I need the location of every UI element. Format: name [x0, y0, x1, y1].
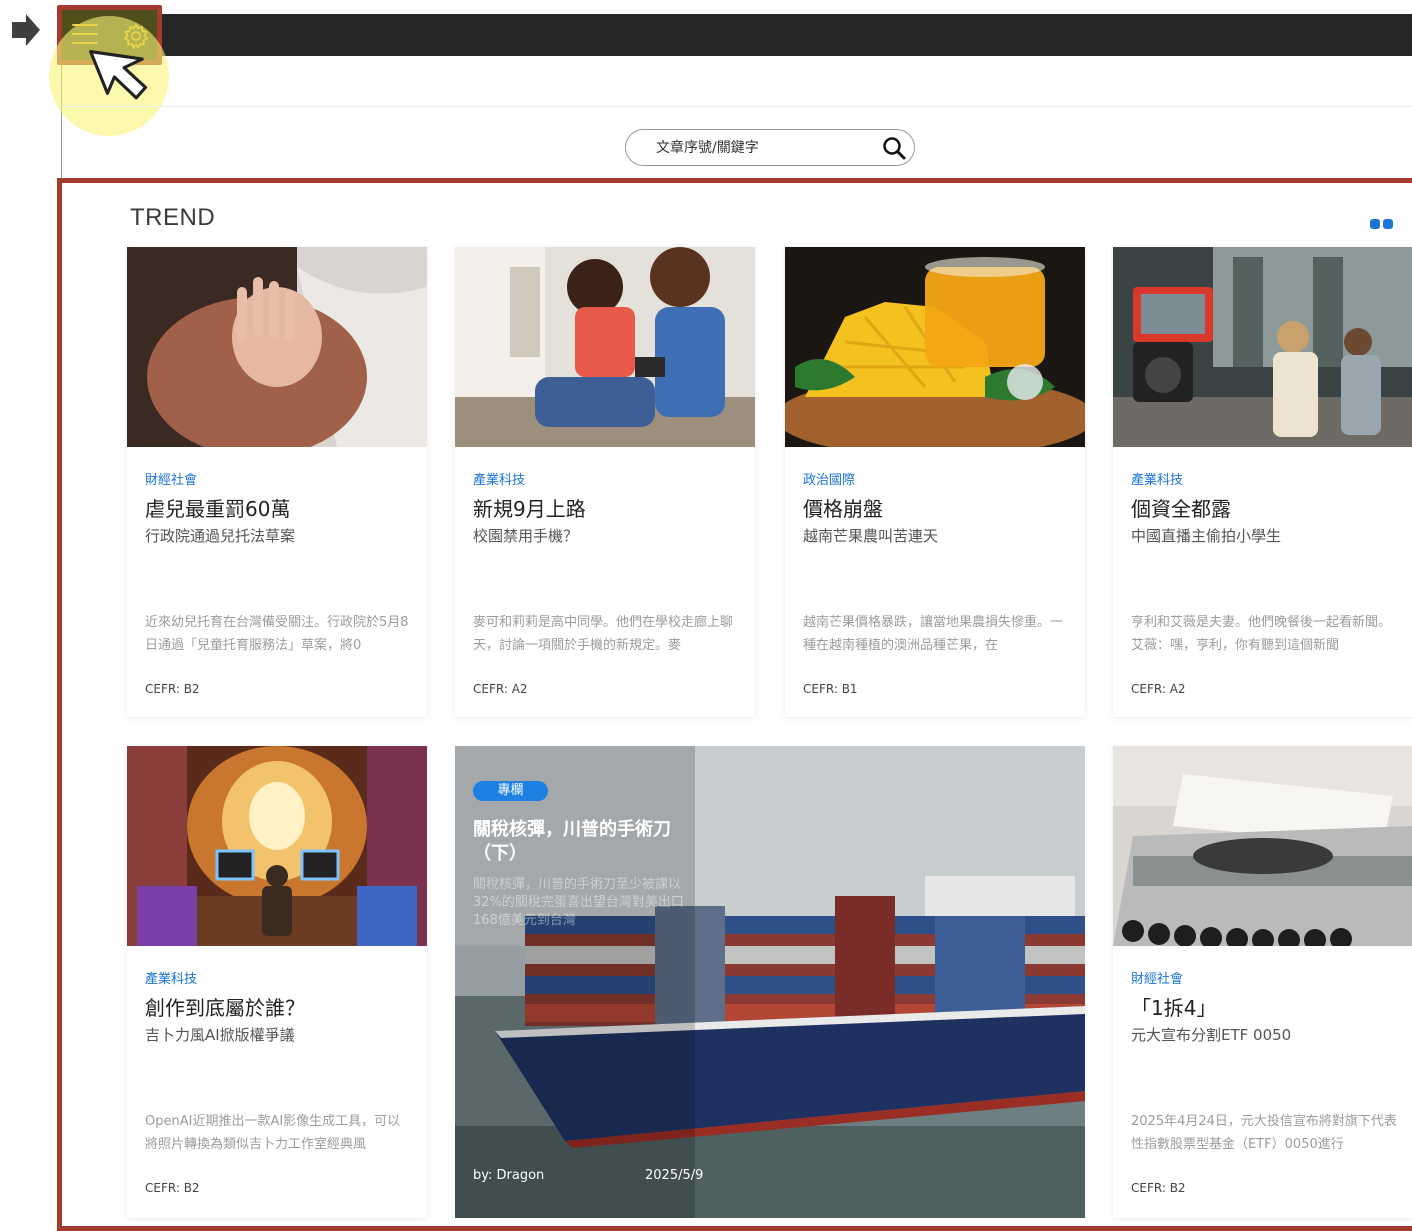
article-card-4[interactable]: 產業科技 個資全都露 中國直播主偷拍小學生 亨利和艾薇是夫妻。他們晚餐後一起看新…: [1113, 247, 1412, 717]
article-title[interactable]: 個資全都露: [1131, 493, 1231, 522]
article-title[interactable]: 價格崩盤: [803, 493, 883, 522]
article-card-5[interactable]: 產業科技 創作到底屬於誰？ 吉卜力風AI掀版權爭議 OpenAI近期推出一款AI…: [127, 746, 427, 1218]
cefr-level: CEFR: B2: [145, 1181, 200, 1195]
article-card-2[interactable]: 產業科技 新規9月上路 校園禁用手機？ 麥可和莉莉是高中同學。他們在學校走廊上聊…: [455, 247, 755, 717]
article-subtitle: 吉卜力風AI掀版權爭議: [145, 1026, 295, 1044]
article-category[interactable]: 產業科技: [145, 968, 197, 987]
header-divider: [62, 106, 1412, 107]
featured-column-card[interactable]: 專欄 關稅核彈，川普的手術刀（下） 關稅核彈，川普的手術刀至少被課以32%的關稅…: [455, 746, 1085, 1218]
article-category[interactable]: 產業科技: [473, 469, 525, 488]
column-badge: 專欄: [473, 781, 548, 801]
mouse-cursor-icon: [89, 50, 148, 100]
article-thumbnail: [785, 247, 1085, 447]
screen: TREND 財經社會 虐兒最重罰60萬 行政院通過兒托法草案 近來幼兒托育在台灣…: [0, 0, 1412, 1231]
article-thumbnail: [455, 247, 755, 447]
article-card-6[interactable]: 財經社會 「1拆4」 元大宣布分割ETF 0050 2025年4月24日，元大投…: [1113, 746, 1412, 1218]
cefr-level: CEFR: A2: [1131, 682, 1186, 696]
article-thumbnail: [127, 247, 427, 447]
article-title[interactable]: 新規9月上路: [473, 493, 586, 522]
cefr-level: CEFR: B2: [145, 682, 200, 696]
article-subtitle: 元大宣布分割ETF 0050: [1131, 1026, 1292, 1044]
article-excerpt: 2025年4月24日，元大投信宣布將對旗下代表性指數股票型基金（ETF）0050…: [1131, 1114, 1397, 1152]
article-category[interactable]: 財經社會: [145, 469, 197, 488]
article-excerpt: OpenAI近期推出一款AI影像生成工具，可以將照片轉換為類似吉卜力工作室經典風: [145, 1114, 401, 1152]
article-card-1[interactable]: 財經社會 虐兒最重罰60萬 行政院通過兒托法草案 近來幼兒托育在台灣備受關注。行…: [127, 247, 427, 717]
article-card-3[interactable]: 政治國際 價格崩盤 越南芒果農叫苦連天 越南芒果價格暴跌，讓當地果農損失慘重。一…: [785, 247, 1085, 717]
article-thumbnail: [1113, 746, 1412, 946]
article-title[interactable]: 「1拆4」: [1131, 992, 1216, 1021]
pointer-arrow-icon: [12, 14, 40, 46]
section-title: TREND: [130, 204, 216, 231]
carousel-dots[interactable]: [1370, 214, 1396, 229]
article-subtitle: 校園禁用手機？: [473, 527, 579, 545]
featured-excerpt: 關稅核彈，川普的手術刀至少被課以32%的關稅完蛋喜出望台灣對美出口168億美元到…: [473, 877, 684, 928]
article-excerpt: 麥可和莉莉是高中同學。他們在學校走廊上聊天，討論一項關於手機的新規定。麥: [473, 615, 734, 653]
featured-image: [455, 746, 1085, 1218]
article-subtitle: 中國直播主偷拍小學生: [1131, 527, 1282, 545]
cefr-level: CEFR: B2: [1131, 1181, 1186, 1195]
article-category[interactable]: 政治國際: [803, 469, 855, 488]
cefr-level: CEFR: B1: [803, 682, 858, 696]
featured-author: by: Dragon: [473, 1168, 545, 1183]
article-category[interactable]: 財經社會: [1131, 968, 1183, 987]
article-title[interactable]: 創作到底屬於誰？: [145, 992, 305, 1021]
cefr-level: CEFR: A2: [473, 682, 528, 696]
featured-title[interactable]: 關稅核彈，川普的手術刀（下）: [473, 818, 713, 866]
search-box: [625, 129, 915, 166]
article-thumbnail: [1113, 247, 1412, 447]
search-icon[interactable]: [882, 136, 906, 160]
article-excerpt: 越南芒果價格暴跌，讓當地果農損失慘重。一種在越南種植的澳洲品種芒果，在: [803, 615, 1064, 653]
article-category[interactable]: 產業科技: [1131, 469, 1183, 488]
article-title[interactable]: 虐兒最重罰60萬: [145, 493, 290, 522]
article-subtitle: 越南芒果農叫苦連天: [803, 527, 939, 545]
article-excerpt: 亨利和艾薇是夫妻。他們晚餐後一起看新聞。艾薇：嘿，亨利，你有聽到這個新聞: [1131, 615, 1392, 653]
search-input[interactable]: [656, 137, 866, 159]
top-bar: [62, 14, 1412, 56]
article-thumbnail: [127, 746, 427, 946]
article-excerpt: 近來幼兒托育在台灣備受關注。行政院於5月8日通過「兒童托育服務法」草案，將0: [145, 615, 409, 653]
featured-date: 2025/5/9: [645, 1168, 704, 1183]
article-subtitle: 行政院通過兒托法草案: [145, 527, 296, 545]
